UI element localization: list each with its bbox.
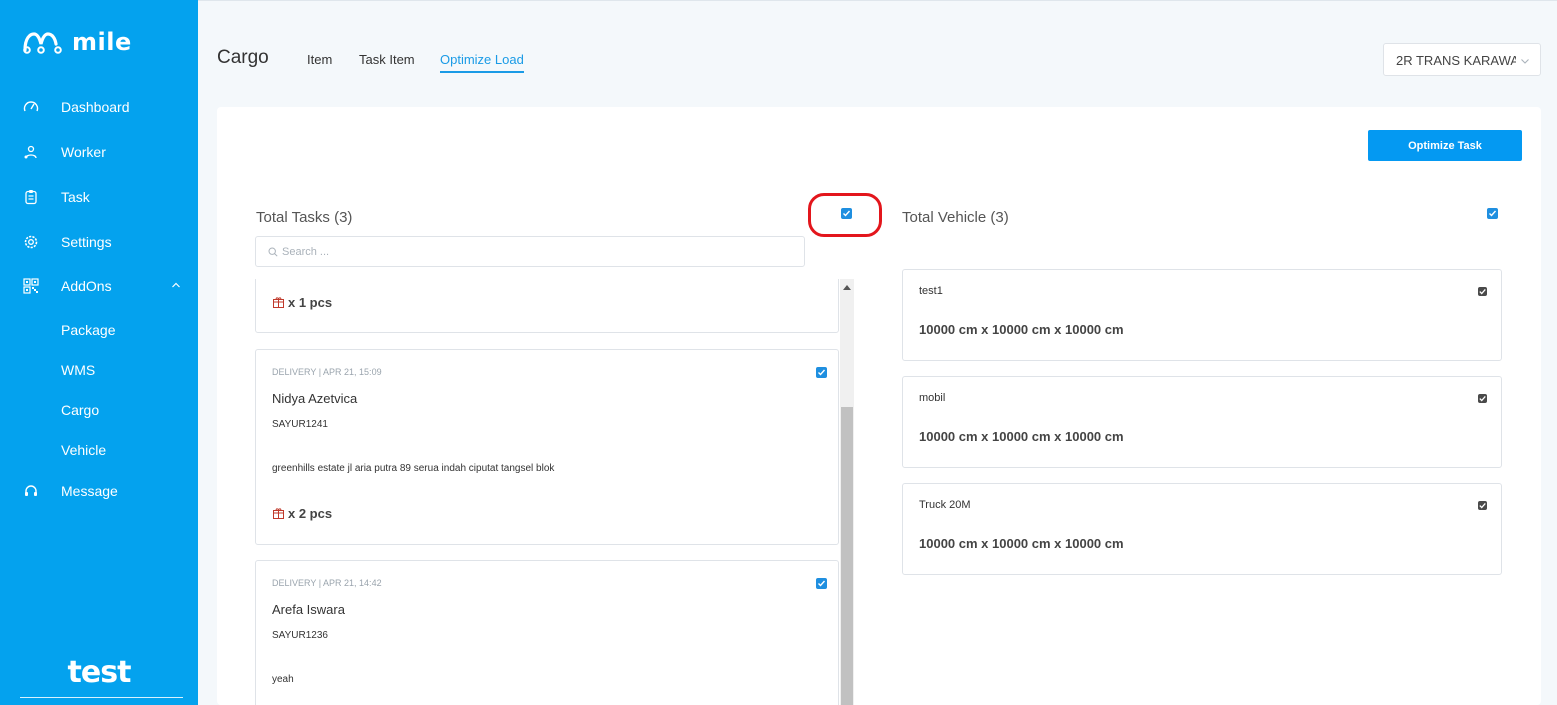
optimize-task-button[interactable]: Optimize Task [1368, 130, 1522, 161]
tab-task-item[interactable]: Task Item [359, 52, 415, 71]
sidebar-item-label: Task [61, 189, 90, 205]
sidebar-item-worker[interactable]: Worker [0, 137, 198, 167]
task-checkbox[interactable] [816, 578, 827, 589]
sidebar-item-message[interactable]: Message [0, 476, 198, 506]
sidebar-subitem-vehicle[interactable]: Vehicle [61, 442, 106, 458]
task-list[interactable]: x 1 pcs DELIVERY | APR 21, 15:09 Nidya A… [255, 279, 855, 705]
vehicle-card[interactable]: mobil 10000 cm x 10000 cm x 10000 cm [902, 376, 1502, 468]
select-all-vehicles-checkbox[interactable] [1487, 208, 1498, 219]
package-icon [273, 297, 284, 308]
vehicle-checkbox[interactable] [1478, 394, 1487, 403]
task-quantity-text: x 2 pcs [288, 506, 333, 521]
scroll-up-arrow-icon[interactable] [843, 285, 851, 290]
footer-brand: test [67, 655, 132, 690]
vehicle-name: test1 [919, 285, 943, 297]
scrollbar-thumb[interactable] [841, 407, 853, 705]
gear-icon [24, 235, 38, 249]
mile-logo-icon [23, 32, 62, 54]
package-icon [273, 508, 284, 519]
task-recipient-name: Nidya Azetvica [272, 391, 358, 406]
sidebar-item-task[interactable]: Task [0, 182, 198, 212]
sidebar-item-label: Settings [61, 234, 112, 250]
search-placeholder: Search ... [282, 246, 330, 258]
company-select-value: 2R TRANS KARAWANG [1396, 53, 1516, 68]
task-recipient-name: Arefa Iswara [272, 602, 345, 617]
task-code: SAYUR1241 [272, 419, 328, 430]
task-address: greenhills estate jl aria putra 89 serua… [272, 463, 555, 474]
sidebar: mile Dashboard Worker Task Settings AddO… [0, 0, 198, 705]
sidebar-item-label: Dashboard [61, 99, 130, 115]
task-card[interactable]: DELIVERY | APR 21, 15:09 Nidya Azetvica … [255, 349, 839, 545]
check-icon [818, 580, 826, 587]
sidebar-item-label: Message [61, 483, 118, 499]
task-list-scrollbar[interactable] [840, 279, 854, 705]
headset-icon [25, 485, 37, 496]
task-quantity: x 2 pcs [272, 506, 332, 521]
page-title: Cargo [217, 47, 269, 68]
task-meta: DELIVERY | APR 21, 15:09 [272, 367, 382, 377]
divider [20, 697, 183, 698]
vehicle-dimensions: 10000 cm x 10000 cm x 10000 cm [919, 536, 1124, 551]
sidebar-subitem-cargo[interactable]: Cargo [61, 402, 99, 418]
clipboard-icon [25, 190, 37, 205]
tab-optimize-load[interactable]: Optimize Load [440, 52, 524, 73]
sidebar-item-label: Worker [61, 144, 106, 160]
annotation-highlight [808, 193, 882, 237]
task-address: yeah [272, 674, 294, 685]
worker-icon [24, 145, 37, 159]
check-icon [818, 369, 826, 376]
sidebar-subitem-package[interactable]: Package [61, 322, 115, 338]
check-icon [1479, 288, 1486, 295]
vehicle-dimensions: 10000 cm x 10000 cm x 10000 cm [919, 429, 1124, 444]
task-checkbox[interactable] [816, 367, 827, 378]
tab-item[interactable]: Item [307, 52, 332, 71]
divider [198, 0, 1557, 1]
vehicle-card[interactable]: Truck 20M 10000 cm x 10000 cm x 10000 cm [902, 483, 1502, 575]
vehicle-checkbox[interactable] [1478, 501, 1487, 510]
search-icon [268, 247, 278, 257]
sidebar-item-settings[interactable]: Settings [0, 227, 198, 257]
speedometer-icon [23, 101, 39, 112]
task-card[interactable]: x 1 pcs [255, 279, 839, 333]
task-code: SAYUR1236 [272, 630, 328, 641]
qr-icon [23, 278, 39, 294]
check-icon [1479, 502, 1486, 509]
vehicle-name: Truck 20M [919, 499, 971, 511]
tasks-title: Total Tasks (3) [256, 209, 353, 226]
vehicle-name: mobil [919, 392, 946, 404]
vehicles-title: Total Vehicle (3) [902, 209, 1009, 226]
task-quantity: x 1 pcs [272, 295, 332, 310]
vehicle-dimensions: 10000 cm x 10000 cm x 10000 cm [919, 322, 1124, 337]
task-card[interactable]: DELIVERY | APR 21, 14:42 Arefa Iswara SA… [255, 560, 839, 705]
task-quantity-text: x 1 pcs [288, 295, 333, 310]
chevron-up-icon [172, 282, 180, 288]
logo-text: mile [72, 28, 132, 56]
search-input[interactable]: Search ... [255, 236, 805, 267]
sidebar-item-addons[interactable]: AddOns [0, 271, 198, 301]
vehicle-card[interactable]: test1 10000 cm x 10000 cm x 10000 cm [902, 269, 1502, 361]
check-icon [1489, 210, 1497, 217]
sidebar-subitem-wms[interactable]: WMS [61, 362, 95, 378]
sidebar-item-dashboard[interactable]: Dashboard [0, 92, 198, 122]
vehicle-checkbox[interactable] [1478, 287, 1487, 296]
task-meta: DELIVERY | APR 21, 14:42 [272, 578, 382, 588]
chevron-down-icon [1521, 59, 1529, 64]
company-select[interactable]: 2R TRANS KARAWANG [1383, 43, 1541, 76]
app-logo[interactable]: mile [22, 28, 132, 56]
check-icon [1479, 395, 1486, 402]
sidebar-item-label: AddOns [61, 278, 112, 294]
